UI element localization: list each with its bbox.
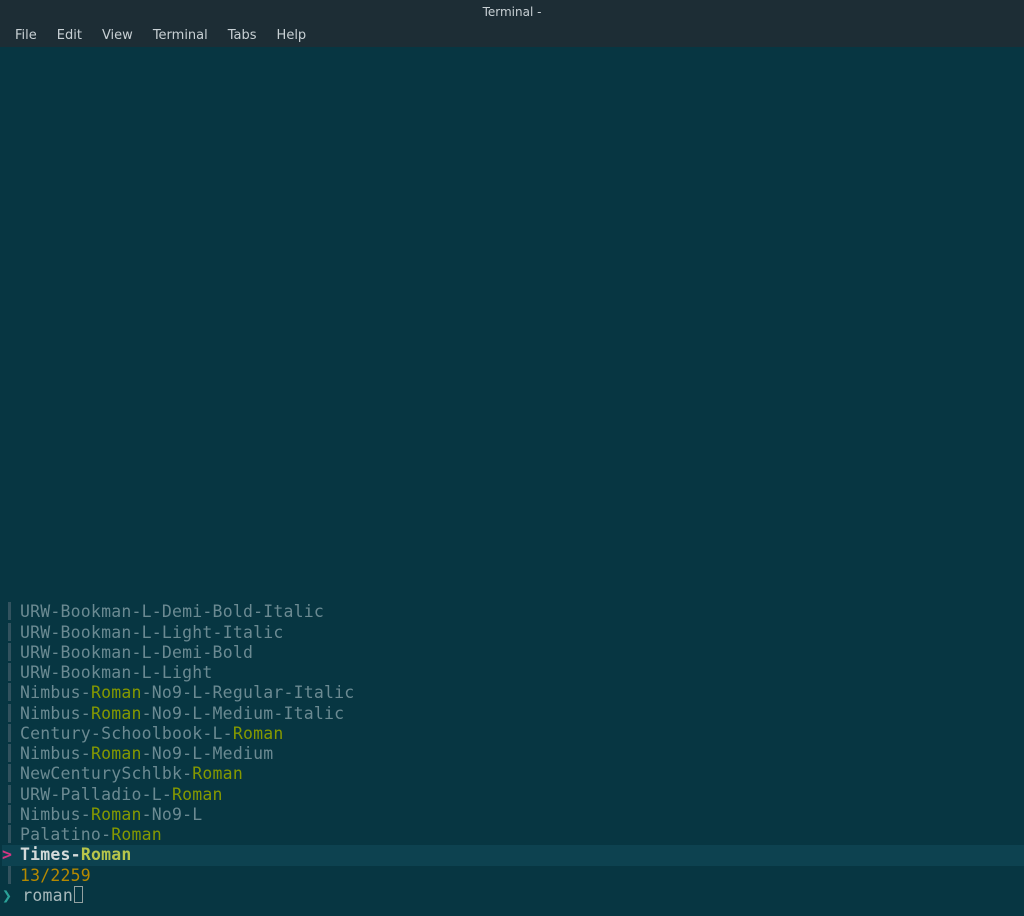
list-item-label: Palatino-Roman bbox=[20, 825, 162, 844]
gutter-bar-icon bbox=[8, 825, 11, 843]
menu-bar: File Edit View Terminal Tabs Help bbox=[0, 23, 1024, 47]
menu-tabs[interactable]: Tabs bbox=[219, 26, 266, 45]
gutter-bar-icon bbox=[8, 602, 11, 620]
list-item-label: Nimbus-Roman-No9-L-Medium-Italic bbox=[20, 704, 344, 723]
list-item[interactable]: Nimbus-Roman-No9-L-Medium bbox=[2, 744, 1024, 764]
fzf-finder: URW-Bookman-L-Demi-Bold-Italic URW-Bookma… bbox=[2, 602, 1024, 906]
list-item-label: Nimbus-Roman-No9-L-Regular-Italic bbox=[20, 683, 354, 702]
list-item[interactable]: Century-Schoolbook-L-Roman bbox=[2, 724, 1024, 744]
list-item[interactable]: Palatino-Roman bbox=[2, 825, 1024, 845]
list-item[interactable]: URW-Palladio-L-Roman bbox=[2, 785, 1024, 805]
list-item-label: URW-Bookman-L-Light bbox=[20, 663, 213, 682]
gutter-bar-icon bbox=[8, 866, 11, 884]
list-item[interactable]: Nimbus-Roman-No9-L-Regular-Italic bbox=[2, 683, 1024, 703]
list-item[interactable]: URW-Bookman-L-Demi-Bold bbox=[2, 643, 1024, 663]
list-item[interactable]: NewCenturySchlbk-Roman bbox=[2, 764, 1024, 784]
gutter-bar-icon bbox=[8, 663, 11, 681]
list-item-label: Nimbus-Roman-No9-L bbox=[20, 805, 202, 824]
menu-terminal[interactable]: Terminal bbox=[144, 26, 217, 45]
match-counter: 13/2259 bbox=[2, 866, 1024, 886]
search-query: roman bbox=[22, 886, 73, 905]
list-item-label: NewCenturySchlbk-Roman bbox=[20, 764, 243, 783]
list-item[interactable]: URW-Bookman-L-Light bbox=[2, 663, 1024, 683]
terminal-viewport[interactable]: URW-Bookman-L-Demi-Bold-Italic URW-Bookma… bbox=[0, 47, 1024, 916]
pointer-icon: > bbox=[2, 845, 12, 864]
list-item-label: Century-Schoolbook-L-Roman bbox=[20, 724, 283, 743]
window-title-bar: Terminal - bbox=[0, 0, 1024, 23]
gutter-bar-icon bbox=[8, 683, 11, 701]
gutter-bar-icon bbox=[8, 764, 11, 782]
list-item-label: Nimbus-Roman-No9-L-Medium bbox=[20, 744, 273, 763]
window-title: Terminal - bbox=[483, 5, 542, 19]
menu-view[interactable]: View bbox=[93, 26, 142, 45]
list-item-label: URW-Bookman-L-Light-Italic bbox=[20, 623, 284, 642]
text-cursor-icon bbox=[74, 886, 83, 903]
prompt-icon: ❯ bbox=[2, 886, 22, 905]
list-item-label: Times-Roman bbox=[20, 845, 131, 864]
gutter-bar-icon bbox=[8, 805, 11, 823]
gutter-bar-icon bbox=[8, 744, 11, 762]
gutter-bar-icon bbox=[8, 785, 11, 803]
menu-edit[interactable]: Edit bbox=[48, 26, 91, 45]
list-item[interactable]: Nimbus-Roman-No9-L-Medium-Italic bbox=[2, 704, 1024, 724]
gutter-bar-icon bbox=[8, 724, 11, 742]
list-item-label: URW-Bookman-L-Demi-Bold bbox=[20, 643, 253, 662]
list-item-label: URW-Palladio-L-Roman bbox=[20, 785, 223, 804]
list-item[interactable]: URW-Bookman-L-Demi-Bold-Italic bbox=[2, 602, 1024, 622]
menu-file[interactable]: File bbox=[6, 26, 46, 45]
list-item-label: URW-Bookman-L-Demi-Bold-Italic bbox=[20, 602, 324, 621]
list-item[interactable]: Nimbus-Roman-No9-L bbox=[2, 805, 1024, 825]
gutter-bar-icon bbox=[8, 704, 11, 722]
list-item[interactable]: > Times-Roman bbox=[2, 845, 1024, 865]
list-item[interactable]: URW-Bookman-L-Light-Italic bbox=[2, 623, 1024, 643]
search-input[interactable]: ❯ roman bbox=[2, 886, 1024, 906]
gutter-bar-icon bbox=[8, 643, 11, 661]
menu-help[interactable]: Help bbox=[268, 26, 316, 45]
gutter-bar-icon bbox=[8, 623, 11, 641]
